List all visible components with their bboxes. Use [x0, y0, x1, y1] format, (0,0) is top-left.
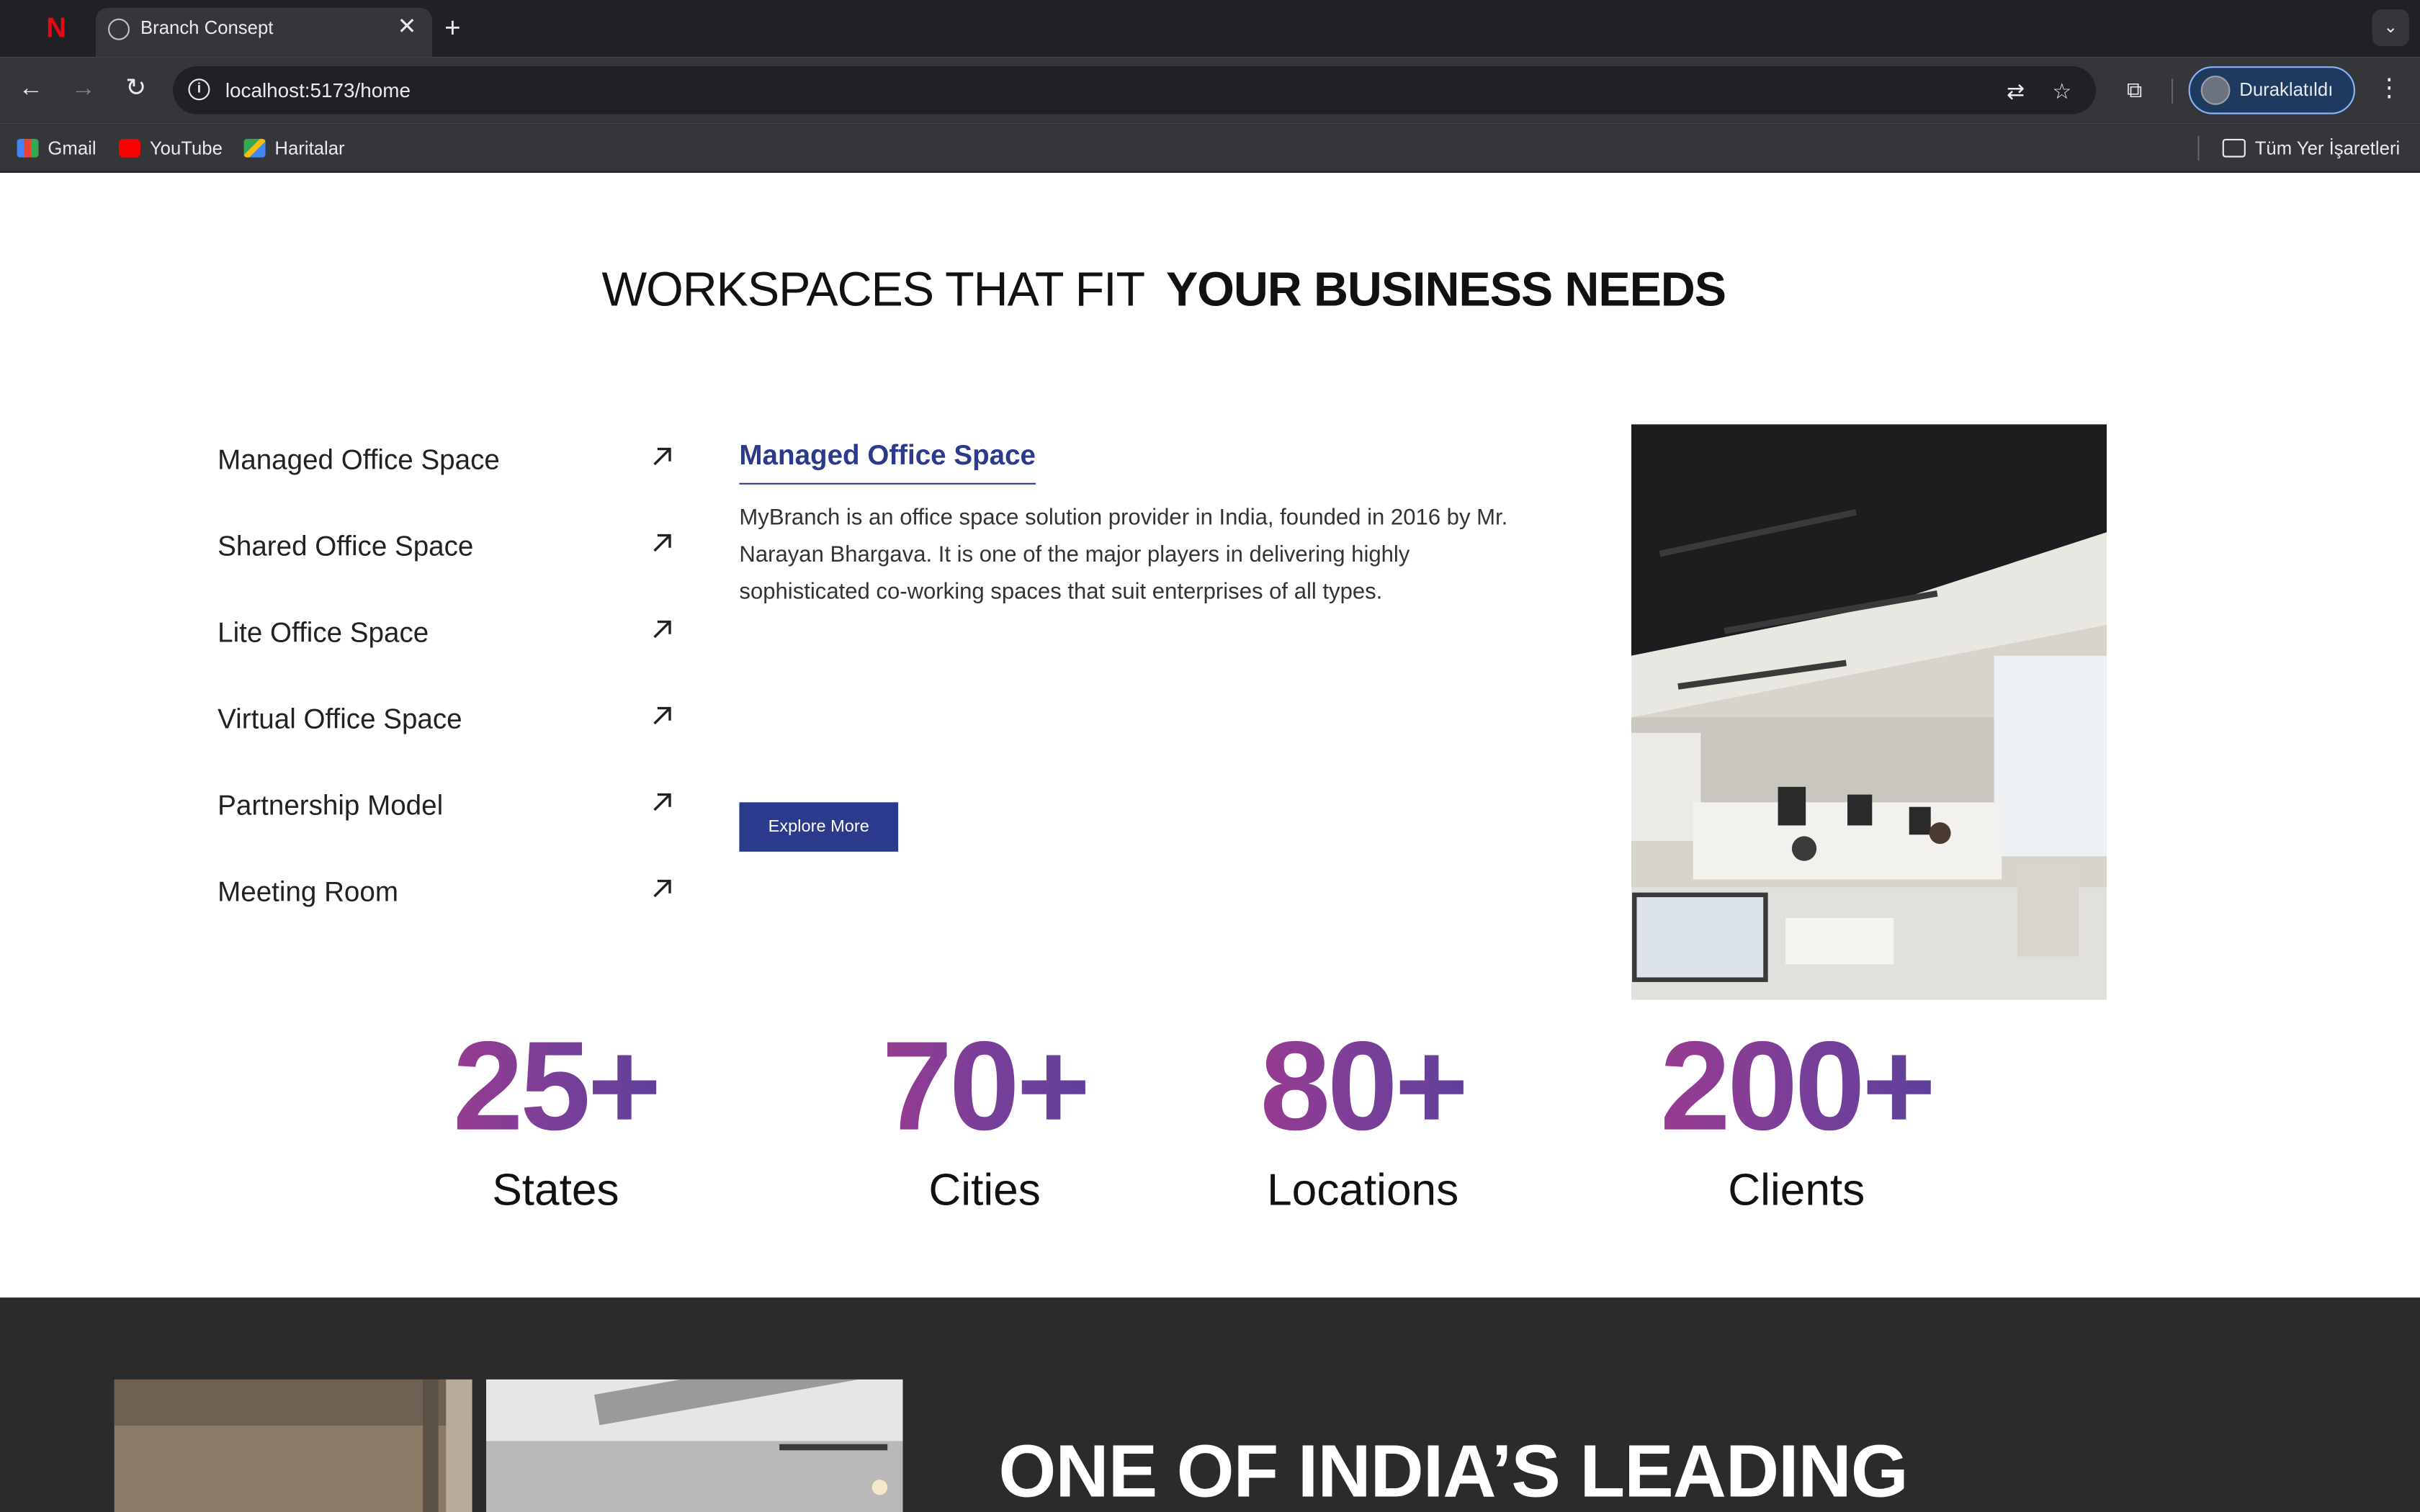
- menu-item-label: Managed Office Space: [218, 444, 500, 475]
- bookmarks-bar: Gmail YouTube Haritalar Tüm Yer İşaretle…: [0, 123, 2420, 173]
- stat-cities: 70+ Cities: [846, 1015, 1124, 1219]
- service-menu: Managed Office Space Shared Office Space…: [218, 436, 674, 955]
- toolbar-divider: [2172, 78, 2174, 104]
- stat-value: 70+: [846, 1015, 1124, 1160]
- browser-toolbar: ← → ↻ i localhost:5173/home ⇄ ☆ ⧉ Durakl…: [0, 57, 2420, 124]
- headline-bold: YOUR BUSINESS NEEDS: [1165, 262, 1726, 317]
- reload-icon[interactable]: ↻: [119, 73, 153, 107]
- tab-search-icon[interactable]: ⌄: [2372, 9, 2409, 47]
- more-menu-icon[interactable]: ⋮: [2374, 74, 2405, 105]
- bookmarks-divider: [2197, 135, 2200, 161]
- menu-item-partnership[interactable]: Partnership Model: [218, 782, 674, 868]
- section-photo-1: [114, 1379, 472, 1512]
- youtube-icon: [119, 138, 140, 158]
- menu-item-meeting[interactable]: Meeting Room: [218, 868, 674, 955]
- menu-item-label: Meeting Room: [218, 876, 398, 907]
- detail-description: MyBranch is an office space solution pro…: [739, 505, 1508, 605]
- arrow-up-right-icon: [653, 793, 671, 811]
- service-detail: Managed Office Space MyBranch is an offi…: [739, 436, 1510, 611]
- menu-item-label: Lite Office Space: [218, 617, 429, 648]
- bookmark-youtube[interactable]: YouTube: [119, 136, 223, 161]
- stat-value: 25+: [417, 1015, 695, 1160]
- explore-more-button[interactable]: Explore More: [739, 802, 899, 852]
- stat-states: 25+ States: [417, 1015, 695, 1219]
- stat-label: Clients: [1728, 1166, 1865, 1216]
- netflix-pinned-tab-icon[interactable]: N: [46, 12, 68, 43]
- screen: N Branch Consept ✕ + ⌄ ← → ↻ i localhost…: [0, 0, 2420, 1512]
- office-photo: [1631, 424, 2107, 1000]
- stat-clients: 200+ Clients: [1621, 1015, 1973, 1219]
- menu-item-lite[interactable]: Lite Office Space: [218, 609, 674, 696]
- folder-icon: [2222, 138, 2246, 158]
- avatar: [2200, 76, 2231, 105]
- menu-item-label: Virtual Office Space: [218, 703, 462, 734]
- address-bar[interactable]: i localhost:5173/home ⇄ ☆: [173, 66, 2096, 114]
- globe-icon: [108, 18, 130, 40]
- profile-status: Duraklatıldı: [2239, 78, 2334, 101]
- stat-value: 200+: [1621, 1015, 1973, 1160]
- headline-light: WORKSPACES THAT FIT: [601, 262, 1145, 317]
- tab-title: Branch Consept: [140, 17, 274, 39]
- stat-label: Cities: [928, 1166, 1041, 1216]
- section-photo-2-illustration: [486, 1379, 903, 1512]
- office-photo-illustration: [1631, 424, 2107, 1000]
- stat-locations: 80+ Locations: [1224, 1015, 1502, 1219]
- menu-item-virtual[interactable]: Virtual Office Space: [218, 696, 674, 782]
- translate-icon[interactable]: ⇄: [2000, 76, 2031, 107]
- browser-tab-bar: N Branch Consept ✕ + ⌄: [0, 0, 2420, 58]
- new-tab-button[interactable]: +: [444, 11, 461, 45]
- bookmark-star-icon[interactable]: ☆: [2046, 76, 2077, 107]
- arrow-up-right-icon: [653, 706, 671, 725]
- leading-section: ONE OF INDIA’S LEADING: [0, 1297, 2420, 1512]
- browser-tab[interactable]: Branch Consept ✕: [95, 7, 433, 58]
- url-text: localhost:5173/home: [225, 78, 411, 102]
- close-tab-icon[interactable]: ✕: [398, 14, 417, 42]
- section-photo-1-illustration: [114, 1379, 472, 1512]
- page-headline: WORKSPACES THAT FIT YOUR BUSINESS NEEDS: [0, 261, 2327, 319]
- bookmark-label: Haritalar: [274, 137, 345, 159]
- stat-label: Locations: [1267, 1166, 1459, 1216]
- profile-button[interactable]: Duraklatıldı: [2188, 66, 2355, 114]
- all-bookmarks-label: Tüm Yer İşaretleri: [2254, 137, 2401, 159]
- menu-item-shared[interactable]: Shared Office Space: [218, 523, 674, 609]
- all-bookmarks[interactable]: Tüm Yer İşaretleri: [2222, 136, 2401, 161]
- section-photo-2: [486, 1379, 903, 1512]
- section-heading: ONE OF INDIA’S LEADING: [998, 1431, 1908, 1512]
- bookmark-maps[interactable]: Haritalar: [243, 136, 345, 161]
- detail-title: Managed Office Space: [739, 436, 1036, 485]
- menu-item-label: Shared Office Space: [218, 531, 474, 562]
- back-icon[interactable]: ←: [14, 73, 48, 107]
- bookmark-label: Gmail: [48, 137, 97, 159]
- bookmark-gmail[interactable]: Gmail: [17, 136, 97, 161]
- menu-item-managed[interactable]: Managed Office Space: [218, 436, 674, 523]
- arrow-up-right-icon: [653, 534, 671, 552]
- site-info-icon[interactable]: i: [188, 78, 210, 101]
- arrow-up-right-icon: [653, 620, 671, 639]
- arrow-up-right-icon: [653, 447, 671, 466]
- forward-icon[interactable]: →: [66, 73, 100, 107]
- bookmark-label: YouTube: [149, 137, 223, 159]
- arrow-up-right-icon: [653, 879, 671, 898]
- extensions-icon[interactable]: ⧉: [2119, 74, 2150, 105]
- menu-item-label: Partnership Model: [218, 790, 444, 821]
- gmail-icon: [17, 138, 39, 158]
- stat-value: 80+: [1224, 1015, 1502, 1160]
- stat-label: States: [492, 1166, 619, 1216]
- page-content: WORKSPACES THAT FIT YOUR BUSINESS NEEDS M…: [0, 174, 2420, 1512]
- maps-icon: [243, 138, 266, 158]
